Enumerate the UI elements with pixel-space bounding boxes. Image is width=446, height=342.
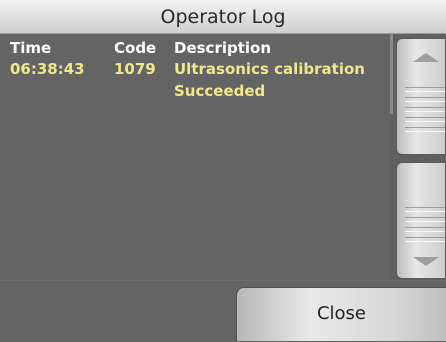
log-entry-code: 1079 — [114, 60, 156, 78]
grip-line — [405, 217, 445, 222]
grip-line — [405, 207, 445, 212]
log-entry-time: 06:38:43 — [10, 60, 85, 78]
grip-line — [405, 97, 445, 102]
column-header-time: Time — [10, 39, 52, 57]
log-entry-description: Ultrasonics calibration — [174, 60, 365, 78]
grip-line — [405, 107, 445, 112]
column-header-description: Description — [174, 39, 272, 57]
close-button[interactable]: Close — [236, 287, 446, 341]
scroll-up-button[interactable] — [396, 38, 446, 155]
operator-log-list: Time Code Description 06:38:43 1079 Ultr… — [0, 34, 390, 280]
grip-line — [405, 227, 445, 232]
window-title: Operator Log — [0, 0, 446, 34]
triangle-down-icon — [413, 257, 439, 266]
grip-line — [405, 117, 445, 122]
triangle-up-icon — [413, 53, 439, 62]
grip-line — [405, 127, 445, 132]
column-header-code: Code — [114, 39, 157, 57]
grip-line — [405, 237, 445, 242]
grip-line — [405, 87, 445, 92]
scroll-position-indicator — [390, 34, 393, 114]
log-entry-description-continued: Succeeded — [174, 82, 266, 100]
scroll-down-button[interactable] — [396, 162, 446, 279]
